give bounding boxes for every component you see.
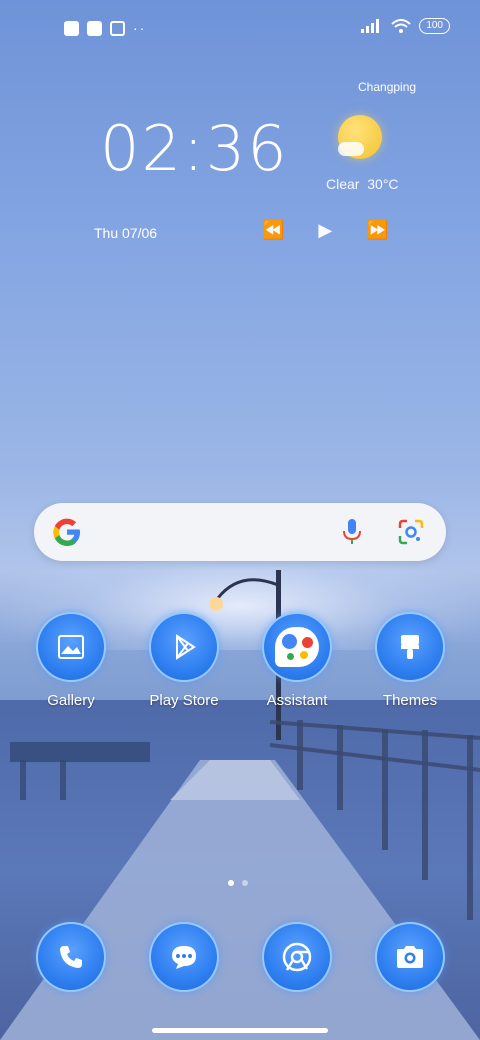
play-store-icon: [149, 612, 219, 682]
status-bar: ·· 100: [0, 14, 480, 42]
previous-track-button[interactable]: ⏪: [262, 220, 284, 241]
signal-icon: [361, 19, 380, 33]
date-text: Thu 07/06: [94, 225, 158, 241]
app-assistant[interactable]: Assistant: [249, 612, 345, 709]
chrome-icon: [262, 922, 332, 992]
camera-icon: [375, 922, 445, 992]
dock-chrome[interactable]: [249, 922, 345, 992]
gallery-icon: [36, 612, 106, 682]
weather-summary[interactable]: Clear 30°C: [326, 176, 399, 192]
weather-temperature: 30°C: [367, 176, 399, 192]
weather-location[interactable]: Changping: [358, 80, 416, 94]
clock-time[interactable]: 02:36: [100, 112, 289, 185]
next-track-button[interactable]: ⏩: [366, 220, 388, 241]
app-play-store[interactable]: Play Store: [136, 612, 232, 709]
assistant-icon: [262, 612, 332, 682]
google-search-bar[interactable]: [34, 503, 446, 561]
media-controls: ⏪ ▶ ⏩: [262, 220, 389, 241]
battery-indicator: 100: [419, 18, 450, 34]
notification-app-icon: [64, 20, 79, 36]
page-dot: [242, 880, 248, 886]
page-indicator: [228, 880, 248, 886]
play-button[interactable]: ▶: [318, 220, 332, 241]
notification-upload-icon: [110, 20, 125, 36]
app-gallery[interactable]: Gallery: [23, 612, 119, 709]
app-label: Gallery: [47, 692, 95, 709]
microphone-icon[interactable]: [340, 518, 364, 546]
notification-more-icon: ··: [133, 20, 147, 36]
app-label: Play Store: [149, 692, 219, 709]
notification-square-icon: [87, 20, 102, 36]
page-dot-active: [228, 880, 234, 886]
app-label: Themes: [382, 692, 438, 709]
brush-icon: [375, 612, 445, 682]
messages-icon: [149, 922, 219, 992]
dock-phone[interactable]: [23, 922, 119, 992]
google-lens-icon[interactable]: [398, 519, 424, 545]
cloud-icon: [338, 142, 364, 156]
google-logo-icon: [53, 518, 80, 546]
phone-icon: [36, 922, 106, 992]
weather-condition: Clear: [326, 176, 360, 192]
dock-camera[interactable]: [362, 922, 458, 992]
app-label: Assistant: [266, 692, 328, 709]
dock-messages[interactable]: [136, 922, 232, 992]
app-themes[interactable]: Themes: [362, 612, 458, 709]
wifi-icon: [391, 19, 411, 33]
home-gesture-bar[interactable]: [152, 1028, 328, 1033]
